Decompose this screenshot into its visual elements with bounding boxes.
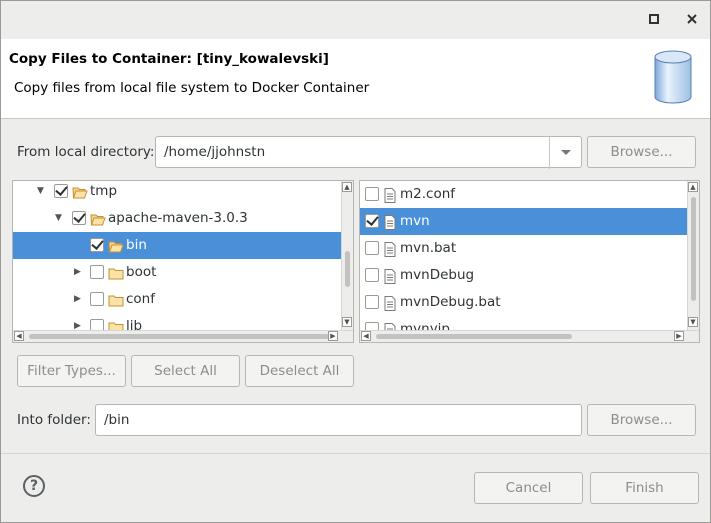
expand-arrow-icon[interactable]: ▶: [74, 286, 81, 313]
file-checkbox[interactable]: [365, 241, 379, 255]
file-item-label: m2.conf: [400, 186, 456, 202]
source-directory-combo[interactable]: /home/jjohnstn: [155, 136, 582, 169]
dialog-title: Copy Files to Container: [tiny_kowalevsk…: [9, 51, 329, 67]
file-item-label: mvnDebug: [400, 267, 475, 283]
tree-item-label: apache-maven-3.0.3: [108, 210, 248, 226]
file-checkbox[interactable]: [365, 295, 379, 309]
combo-dropdown-button[interactable]: [549, 137, 581, 169]
file-item-mvndebug-bat[interactable]: mvnDebug.bat: [360, 289, 687, 316]
target-label: Into folder:: [17, 412, 91, 428]
scroll-thumb[interactable]: [376, 334, 572, 339]
deselect-all-button[interactable]: Deselect All: [245, 355, 354, 387]
tree-item-apache-maven[interactable]: ▼ apache-maven-3.0.3: [13, 205, 341, 232]
file-checkbox[interactable]: [365, 187, 379, 201]
file-item-label: mvn: [400, 213, 430, 229]
wizard-header: Copy Files to Container: [tiny_kowalevsk…: [1, 39, 710, 119]
dialog-window: Copy Files to Container: [tiny_kowalevsk…: [0, 0, 711, 523]
scroll-left-icon[interactable]: ◀: [14, 331, 24, 341]
scroll-down-icon[interactable]: ▼: [342, 317, 352, 327]
tree-item-bin[interactable]: bin: [13, 232, 341, 259]
expand-arrow-icon[interactable]: ▶: [74, 259, 81, 286]
tree-horizontal-scrollbar[interactable]: ◀ ▶: [13, 330, 353, 342]
file-checkbox[interactable]: [365, 268, 379, 282]
tree-item-label: boot: [126, 264, 157, 280]
expand-arrow-icon[interactable]: ▼: [55, 205, 62, 232]
finish-button[interactable]: Finish: [590, 472, 699, 504]
file-item-m2-conf[interactable]: m2.conf: [360, 181, 687, 208]
container-icon: [651, 47, 695, 111]
file-item-label: mvn.bat: [400, 240, 457, 256]
cancel-button[interactable]: Cancel: [474, 472, 583, 504]
file-list[interactable]: m2.conf mvn mvn.bat mvnDebug mvnDebug.ba…: [359, 180, 700, 343]
tree-item-label: conf: [126, 291, 155, 307]
tree-checkbox[interactable]: [72, 211, 86, 225]
scroll-thumb[interactable]: [691, 197, 696, 301]
target-browse-button[interactable]: Browse...: [587, 404, 696, 436]
tree-vertical-scrollbar[interactable]: ▲ ▼: [341, 181, 353, 330]
files-horizontal-scrollbar[interactable]: ◀ ▶: [360, 330, 699, 342]
help-icon[interactable]: ?: [23, 475, 45, 497]
scroll-left-icon[interactable]: ◀: [361, 331, 371, 341]
scroll-right-icon[interactable]: ▶: [674, 331, 684, 341]
folder-tree[interactable]: ▼ tmp ▼ apache-maven-3.0.3 bin ▶ boot ▶ …: [12, 180, 354, 343]
tree-item-conf[interactable]: ▶ conf: [13, 286, 341, 313]
file-item-mvn[interactable]: mvn: [360, 208, 687, 235]
title-bar: [1, 1, 710, 39]
tree-checkbox[interactable]: [90, 265, 104, 279]
scroll-up-icon[interactable]: ▲: [342, 182, 352, 192]
maximize-icon[interactable]: [645, 11, 663, 29]
footer-separator: [1, 453, 710, 454]
scroll-thumb[interactable]: [29, 334, 329, 339]
expand-arrow-icon[interactable]: ▼: [37, 181, 44, 205]
dialog-description: Copy files from local file system to Doc…: [14, 80, 370, 96]
close-icon[interactable]: [683, 11, 701, 29]
file-item-mvndebug[interactable]: mvnDebug: [360, 262, 687, 289]
tree-checkbox[interactable]: [90, 238, 104, 252]
filter-types-button[interactable]: Filter Types...: [17, 355, 126, 387]
files-vertical-scrollbar[interactable]: ▲ ▼: [687, 181, 699, 330]
scroll-thumb[interactable]: [345, 251, 350, 287]
source-browse-button[interactable]: Browse...: [587, 136, 696, 168]
tree-item-tmp[interactable]: ▼ tmp: [13, 181, 341, 205]
target-folder-input[interactable]: /bin: [95, 404, 582, 436]
tree-item-label: tmp: [90, 183, 118, 199]
chevron-down-icon: [561, 150, 571, 155]
source-label: From local directory:: [17, 144, 155, 160]
scroll-up-icon[interactable]: ▲: [688, 182, 698, 192]
scroll-right-icon[interactable]: ▶: [328, 331, 338, 341]
file-item-mvn-bat[interactable]: mvn.bat: [360, 235, 687, 262]
tree-checkbox[interactable]: [90, 292, 104, 306]
scroll-down-icon[interactable]: ▼: [688, 317, 698, 327]
source-directory-value: /home/jjohnstn: [164, 144, 266, 160]
tree-checkbox[interactable]: [54, 184, 68, 198]
file-checkbox[interactable]: [365, 214, 379, 228]
select-all-button[interactable]: Select All: [131, 355, 240, 387]
tree-item-label: bin: [126, 237, 147, 253]
tree-item-boot[interactable]: ▶ boot: [13, 259, 341, 286]
file-item-label: mvnDebug.bat: [400, 294, 501, 310]
